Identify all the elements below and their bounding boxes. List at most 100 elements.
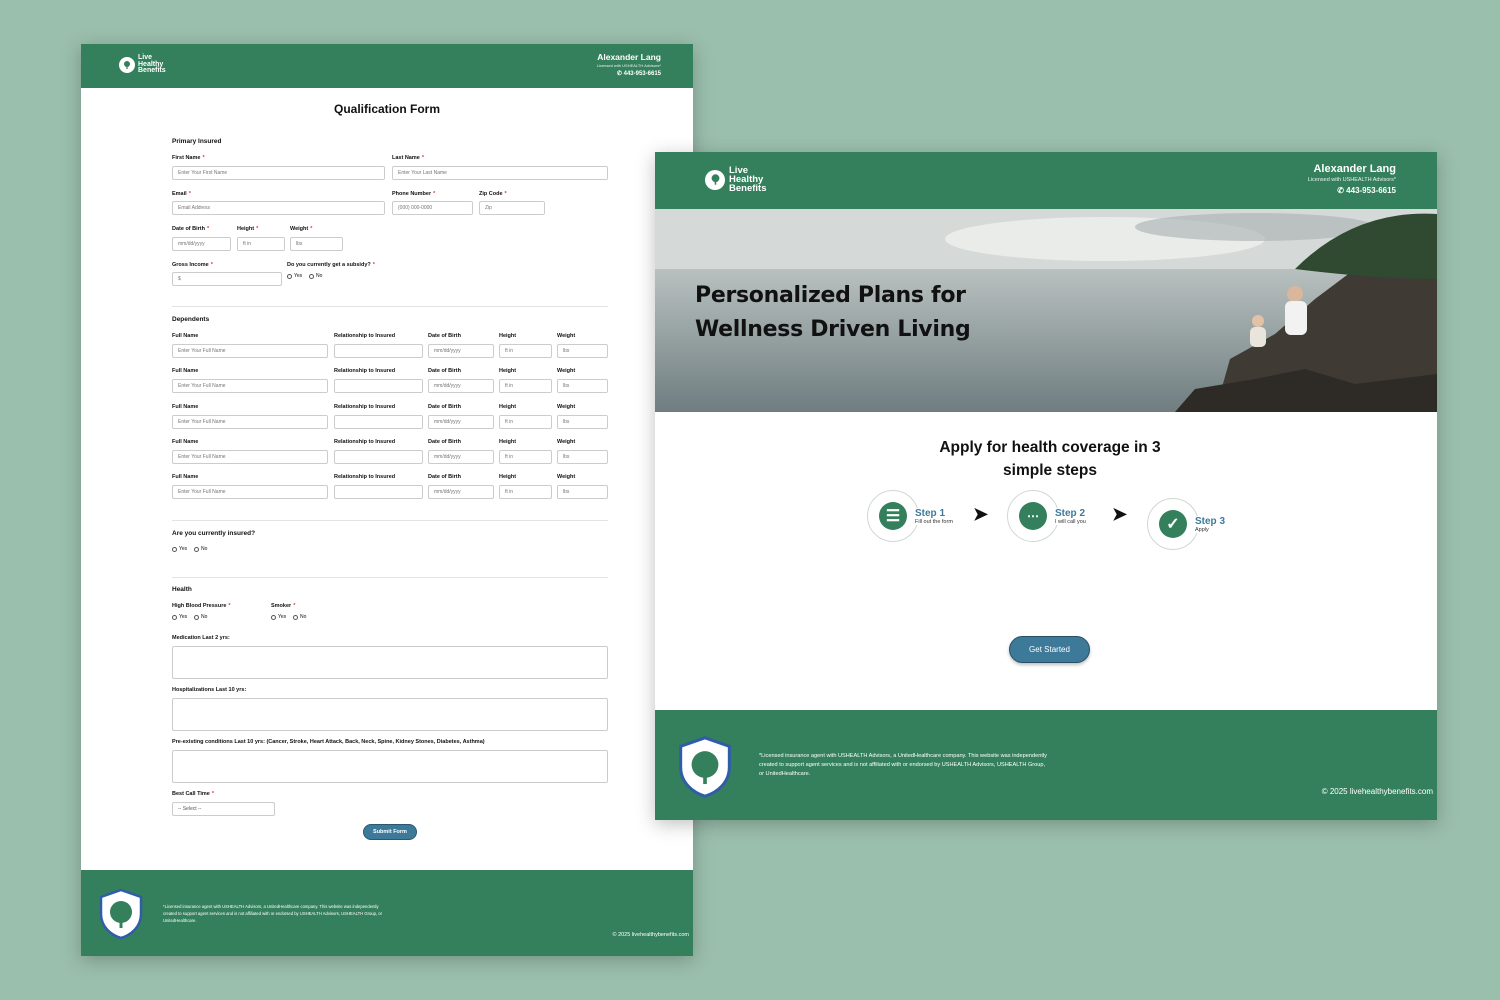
step-3: ✓ Step 3 Apply <box>1147 498 1230 550</box>
field-label: Date of Birth <box>428 333 461 339</box>
radio-circle[interactable] <box>172 614 177 620</box>
field-label: Full Name <box>172 474 199 481</box>
radio-circle[interactable] <box>194 614 199 620</box>
dependent-height-input[interactable] <box>499 344 552 358</box>
relationship-input[interactable] <box>334 344 423 358</box>
tree-shield-icon <box>99 888 143 940</box>
field-label: Full Name <box>172 438 199 445</box>
field-label: Height * <box>237 226 259 232</box>
bp-yes-radio[interactable]: Yes <box>172 614 187 620</box>
radio-circle[interactable] <box>309 273 314 279</box>
radio-circle[interactable] <box>287 273 292 279</box>
dependent-dob-input[interactable] <box>428 414 494 429</box>
field-label: Smoker * <box>271 603 296 609</box>
agent-info: Alexander Lang Licensed with USHEALTH Ad… <box>597 52 661 77</box>
hero-heading-line1: Personalized Plans for <box>695 283 966 308</box>
copyright: © 2025 livehealthybenefits.com <box>1321 787 1433 796</box>
medication-textarea[interactable] <box>172 646 608 679</box>
tree-logo-icon <box>705 169 725 190</box>
first-name-input[interactable] <box>172 166 385 180</box>
field-label: Relationship to Insured <box>334 438 396 445</box>
footer-bar: *Licensed insurance agent with USHEALTH … <box>81 870 693 956</box>
radio-circle[interactable] <box>194 546 199 552</box>
weight-input[interactable] <box>290 237 343 251</box>
footer-disclaimer: *Licensed insurance agent with USHEALTH … <box>759 753 1047 777</box>
field-label: High Blood Pressure * <box>172 603 231 609</box>
last-name-input[interactable] <box>392 166 608 180</box>
phone-icon: ✆ <box>1337 186 1344 195</box>
relationship-input[interactable] <box>334 414 423 429</box>
field-label: Full Name <box>172 333 199 339</box>
phone-input[interactable] <box>392 201 473 215</box>
subsidy-no-radio[interactable]: No <box>309 273 322 279</box>
step-2: ⋯ Step 2I will call you <box>1007 490 1090 542</box>
field-label: Email * <box>172 191 191 197</box>
field-label: Relationship to Insured <box>334 333 396 339</box>
arrow-right-icon: ➤ <box>1112 504 1128 524</box>
dependent-dob-input[interactable] <box>428 449 494 464</box>
dependent-name-input[interactable] <box>172 414 328 429</box>
insured-no-radio[interactable]: No <box>194 546 207 552</box>
bp-no-radio[interactable]: No <box>194 614 207 620</box>
dependent-name-input[interactable] <box>172 344 328 358</box>
radio-circle[interactable] <box>271 614 276 620</box>
agent-phone[interactable]: 443-953-6615 <box>624 71 661 77</box>
zip-input[interactable] <box>479 201 545 215</box>
logo-line: Benefits <box>138 67 166 75</box>
radio-circle[interactable] <box>172 546 177 552</box>
smoker-yes-radio[interactable]: Yes <box>271 614 286 620</box>
footer-disclaimer: *Licensed insurance agent with USHEALTH … <box>163 904 383 923</box>
dependent-name-input[interactable] <box>172 379 328 394</box>
brand-logo[interactable]: Live Healthy Benefits <box>119 54 166 75</box>
header-bar: Live Healthy Benefits Alexander Lang Lic… <box>655 152 1437 209</box>
dependent-height-input[interactable] <box>499 485 552 500</box>
field-label: Weight <box>557 333 576 339</box>
dependent-dob-input[interactable] <box>428 485 494 500</box>
call-time-select[interactable]: -- Select -- <box>172 802 275 816</box>
dependent-name-input[interactable] <box>172 485 328 500</box>
smoker-no-radio[interactable]: No <box>293 614 306 620</box>
dependent-height-input[interactable] <box>499 414 552 429</box>
submit-button[interactable]: Submit Form <box>363 824 417 840</box>
agent-phone[interactable]: 443-953-6615 <box>1346 186 1396 195</box>
dependent-name-input[interactable] <box>172 449 328 464</box>
dependent-dob-input[interactable] <box>428 344 494 358</box>
dependent-height-input[interactable] <box>499 379 552 394</box>
divider <box>172 306 608 307</box>
email-input[interactable] <box>172 201 385 215</box>
insured-question: Are you currently insured? <box>172 530 256 537</box>
income-input[interactable] <box>172 272 282 286</box>
height-input[interactable] <box>237 237 285 251</box>
get-started-button[interactable]: Get Started <box>1009 636 1090 663</box>
subsidy-yes-radio[interactable]: Yes <box>287 273 302 279</box>
radio-circle[interactable] <box>293 614 298 620</box>
tree-logo-icon <box>119 56 135 73</box>
relationship-input[interactable] <box>334 449 423 464</box>
field-label: Weight <box>557 438 576 445</box>
landing-page: Live Healthy Benefits Alexander Lang Lic… <box>655 152 1437 820</box>
relationship-input[interactable] <box>334 485 423 500</box>
dependent-dob-input[interactable] <box>428 379 494 394</box>
relationship-input[interactable] <box>334 379 423 394</box>
dependent-weight-input[interactable] <box>557 414 608 429</box>
hospitalizations-textarea[interactable] <box>172 698 608 731</box>
insured-yes-radio[interactable]: Yes <box>172 546 187 552</box>
dob-input[interactable] <box>172 237 231 251</box>
dependent-weight-input[interactable] <box>557 379 608 394</box>
preexisting-textarea[interactable] <box>172 750 608 783</box>
brand-logo[interactable]: Live Healthy Benefits <box>705 166 766 193</box>
logo-line: Benefits <box>729 183 767 195</box>
field-label: Best Call Time * <box>172 791 214 797</box>
qualification-form-page: Live Healthy Benefits Alexander Lang Lic… <box>81 44 693 956</box>
dependent-weight-input[interactable] <box>557 485 608 500</box>
field-label: Height <box>499 333 517 339</box>
dependent-weight-input[interactable] <box>557 344 608 358</box>
dependent-weight-input[interactable] <box>557 449 608 464</box>
section-heading: Primary Insured <box>172 138 222 145</box>
field-label: Relationship to Insured <box>334 368 396 375</box>
field-label: Full Name <box>172 368 199 375</box>
field-label: Phone Number * <box>392 191 436 197</box>
field-label: Weight <box>557 368 576 375</box>
field-label: Date of Birth * <box>172 226 210 232</box>
dependent-height-input[interactable] <box>499 449 552 464</box>
